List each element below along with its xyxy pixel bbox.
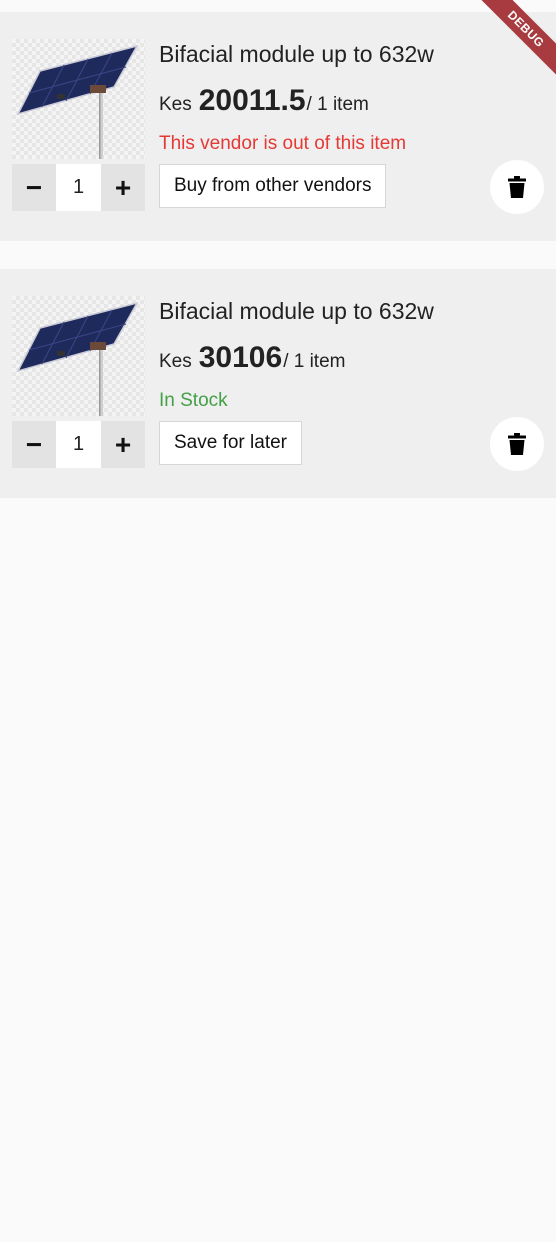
increment-button[interactable]: + [101,164,145,211]
price-unit: / 1 item [306,94,369,115]
price-amount: 30106 [198,341,283,374]
decrement-button[interactable]: − [12,164,56,211]
delete-button[interactable] [490,160,544,214]
price-amount: 20011.5 [198,84,306,117]
quantity-value: 1 [56,164,101,211]
product-title[interactable]: Bifacial module up to 632w [159,298,434,325]
product-title[interactable]: Bifacial module up to 632w [159,41,434,68]
price-row: Kes 20011.5 / 1 item [159,84,369,118]
solar-panel-image [16,44,139,159]
stock-status: In Stock [159,390,228,411]
cart-item-card: − 1 + Bifacial module up to 632w Kes 301… [0,269,556,498]
quantity-value: 1 [56,421,101,468]
price-currency: Kes [159,94,192,115]
product-image [12,296,145,416]
save-for-later-button[interactable]: Save for later [159,421,302,465]
price-unit: / 1 item [283,351,346,372]
trash-icon [508,176,526,198]
cart-item-card: − 1 + Bifacial module up to 632w Kes 200… [0,12,556,241]
price-currency: Kes [159,351,192,372]
product-image [12,39,145,159]
solar-panel-image [16,301,139,416]
price-row: Kes 30106 / 1 item [159,341,346,375]
decrement-button[interactable]: − [12,421,56,468]
quantity-stepper: − 1 + [12,421,145,468]
delete-button[interactable] [490,417,544,471]
increment-button[interactable]: + [101,421,145,468]
buy-from-other-vendors-button[interactable]: Buy from other vendors [159,164,387,208]
cart-item-list: − 1 + Bifacial module up to 632w Kes 200… [0,12,556,526]
stock-status: This vendor is out of this item [159,133,407,154]
quantity-stepper: − 1 + [12,164,145,211]
trash-icon [508,433,526,455]
